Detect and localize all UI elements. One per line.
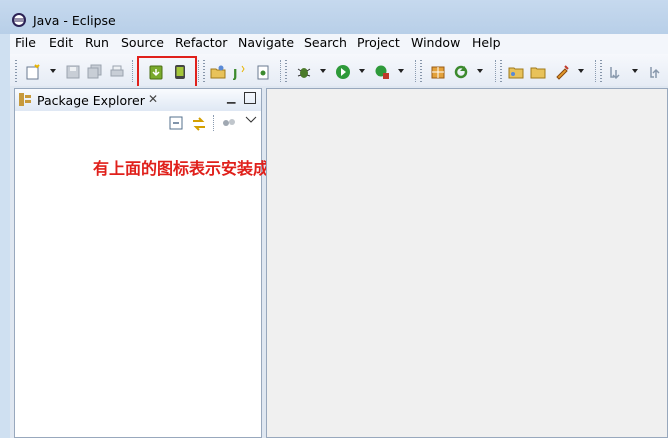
menu-edit[interactable]: Edit — [49, 35, 73, 50]
toolbar-separator — [415, 60, 417, 82]
toolbar-grip[interactable] — [500, 60, 502, 82]
run-dropdown[interactable] — [359, 69, 365, 73]
new-java-class-icon[interactable]: J — [233, 64, 249, 80]
panel-title[interactable]: Package Explorer — [37, 93, 145, 108]
build-dropdown[interactable] — [578, 69, 584, 73]
debug-icon[interactable] — [296, 64, 312, 80]
toolbar-grip[interactable] — [600, 60, 602, 82]
new-icon[interactable] — [25, 64, 41, 80]
annotation-text: 有上面的图标表示安装成功 — [93, 159, 286, 178]
menu-project[interactable]: Project — [357, 35, 400, 50]
open-type-icon[interactable] — [210, 64, 226, 80]
next-annotation-dropdown[interactable] — [632, 69, 638, 73]
refresh-dropdown[interactable] — [477, 69, 483, 73]
build-icon[interactable] — [554, 64, 570, 80]
panel-toolbar — [15, 111, 261, 135]
main-toolbar: J — [10, 54, 668, 87]
external-tools-icon[interactable] — [374, 64, 390, 80]
save-all-icon[interactable] — [87, 64, 103, 80]
svg-text:J: J — [233, 67, 237, 80]
package-explorer-panel: Package Explorer ✕ ▁ — [14, 88, 262, 438]
collapse-all-icon[interactable] — [169, 116, 185, 132]
prev-annotation-icon[interactable] — [648, 64, 664, 80]
highlight-box — [137, 56, 197, 90]
external-tools-dropdown[interactable] — [398, 69, 404, 73]
toolbar-separator — [495, 60, 497, 82]
menu-navigate[interactable]: Navigate — [238, 35, 294, 50]
toolbar-grip[interactable] — [15, 60, 17, 82]
minimize-icon[interactable]: ▁ — [227, 91, 235, 104]
menu-file[interactable]: File — [15, 35, 36, 50]
chevron-down-icon[interactable] — [245, 116, 261, 132]
eclipse-icon — [11, 12, 27, 28]
toolbar-separator — [132, 60, 134, 82]
editor-area — [266, 88, 668, 438]
panel-tab-bar: Package Explorer ✕ ▁ — [15, 89, 261, 112]
menu-source[interactable]: Source — [121, 35, 164, 50]
maximize-icon[interactable] — [244, 92, 256, 104]
toolbar-separator — [198, 60, 200, 82]
next-annotation-icon[interactable] — [608, 64, 624, 80]
window-title: Java - Eclipse — [33, 13, 116, 28]
debug-dropdown[interactable] — [320, 69, 326, 73]
run-icon[interactable] — [335, 64, 351, 80]
save-icon[interactable] — [65, 64, 81, 80]
open-folder-icon[interactable] — [508, 64, 524, 80]
toolbar-grip[interactable] — [203, 60, 205, 82]
menu-run[interactable]: Run — [85, 35, 109, 50]
menu-search[interactable]: Search — [304, 35, 347, 50]
refresh-icon[interactable] — [453, 64, 469, 80]
new-file-icon[interactable] — [255, 64, 271, 80]
menu-window[interactable]: Window — [411, 35, 460, 50]
toolbar-grip[interactable] — [285, 60, 287, 82]
open-project-icon[interactable] — [530, 64, 546, 80]
menu-refactor[interactable]: Refactor — [175, 35, 227, 50]
new-dropdown[interactable] — [50, 69, 56, 73]
toolbar-separator — [280, 60, 282, 82]
menu-help[interactable]: Help — [472, 35, 501, 50]
title-bar: Java - Eclipse — [0, 0, 668, 34]
print-icon[interactable] — [109, 64, 125, 80]
menu-bar: File Edit Run Source Refactor Navigate S… — [10, 34, 668, 54]
close-icon[interactable]: ✕ — [148, 92, 158, 106]
package-explorer-icon — [19, 93, 31, 106]
view-menu-icon[interactable] — [222, 117, 238, 133]
toolbar-grip[interactable] — [420, 60, 422, 82]
open-perspective-icon[interactable] — [430, 64, 446, 80]
toolbar-separator — [595, 60, 597, 82]
link-with-editor-icon[interactable] — [191, 116, 207, 132]
toolbar-separator — [213, 115, 215, 131]
